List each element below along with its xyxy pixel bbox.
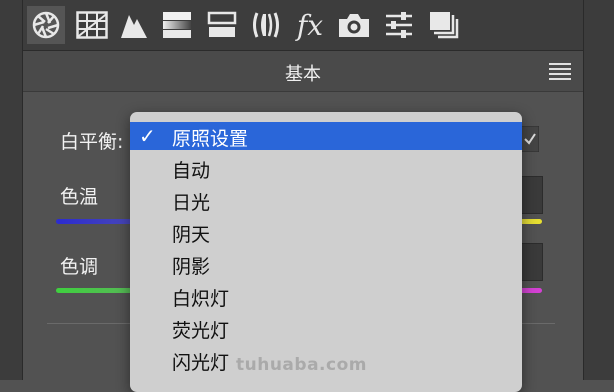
dropdown-option-shade[interactable]: 阴影 — [130, 250, 522, 278]
option-label: 白炽灯 — [172, 288, 230, 310]
tint-label: 色调 — [60, 256, 99, 278]
lens-icon[interactable] — [247, 6, 285, 44]
hsl-gradient-icon[interactable] — [158, 6, 196, 44]
fx-icon[interactable]: fx — [291, 6, 329, 44]
tone-curve-icon[interactable] — [115, 6, 153, 44]
option-label: 原照设置 — [172, 128, 249, 150]
dropdown-option-cloudy[interactable]: 阴天 — [130, 218, 522, 246]
panel-header: 基本 — [23, 51, 583, 92]
option-label: 自动 — [172, 160, 211, 182]
white-balance-select-arrow[interactable] — [520, 125, 540, 153]
grid-icon[interactable] — [73, 6, 111, 44]
dropdown-option-tungsten[interactable]: 白炽灯 — [130, 282, 522, 310]
temperature-label: 色温 — [60, 186, 99, 208]
right-frame — [583, 0, 614, 380]
camera-icon[interactable] — [335, 6, 373, 44]
option-label: 荧光灯 — [172, 320, 230, 342]
dropdown-option-fluorescent[interactable]: 荧光灯 — [130, 314, 522, 342]
tool-strip: fx — [23, 0, 583, 51]
white-balance-label: 白平衡: — [60, 131, 124, 153]
panel-menu-icon[interactable] — [549, 63, 571, 80]
panel-title: 基本 — [285, 64, 321, 85]
presets-icon[interactable] — [425, 6, 463, 44]
aperture-icon[interactable] — [27, 6, 65, 44]
left-frame — [0, 0, 23, 380]
sliders-icon[interactable] — [380, 6, 418, 44]
fx-glyph: fx — [296, 8, 324, 42]
option-label: 闪光灯 — [172, 352, 230, 374]
checkmark-icon: ✓ — [139, 124, 156, 148]
dropdown-option-auto[interactable]: 自动 — [130, 154, 522, 182]
dropdown-option-daylight[interactable]: 日光 — [130, 186, 522, 214]
option-label: 阴影 — [172, 256, 211, 278]
dropdown-option-as-shot[interactable]: ✓ 原照设置 — [130, 122, 522, 150]
white-balance-dropdown[interactable]: ✓ 原照设置 自动 日光 阴天 阴影 白炽灯 荧光灯 闪光灯 — [130, 112, 522, 392]
watermark: tuhuaba.com — [236, 355, 367, 375]
option-label: 日光 — [172, 192, 211, 214]
option-label: 阴天 — [172, 224, 211, 246]
split-toning-icon[interactable] — [203, 6, 241, 44]
